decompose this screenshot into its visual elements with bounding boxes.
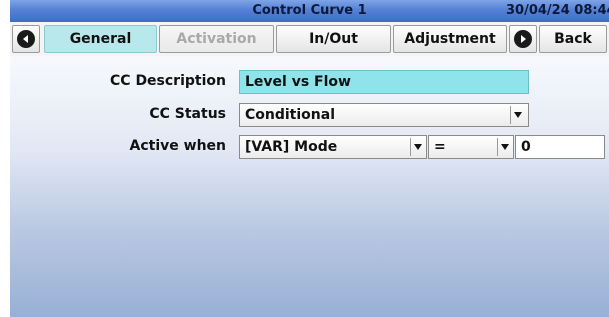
tab-bar: General Activation In/Out Adjustment Bac… [10, 22, 609, 56]
tab-activation[interactable]: Activation [159, 25, 274, 53]
active-when-label: Active when [129, 138, 226, 154]
active-when-variable-dropdown[interactable]: [VAR] Mode [239, 135, 427, 159]
next-page-button[interactable] [509, 25, 537, 53]
active-when-value-input[interactable]: 0 [515, 135, 605, 159]
right-arrow-icon [514, 30, 532, 48]
chevron-down-icon[interactable] [497, 138, 512, 156]
control-curve-screen: Control Curve 1 30/04/24 08:44 General A… [10, 0, 609, 317]
active-when-variable-value: [VAR] Mode [245, 139, 338, 155]
active-when-operator-dropdown[interactable]: = [428, 135, 514, 159]
cc-status-value: Conditional [245, 107, 336, 123]
previous-page-button[interactable] [12, 25, 40, 53]
back-button[interactable]: Back [539, 25, 607, 53]
cc-description-label: CC Description [110, 73, 226, 89]
cc-status-label: CC Status [149, 106, 226, 122]
cc-status-dropdown[interactable]: Conditional [239, 103, 529, 127]
chevron-down-icon[interactable] [510, 106, 525, 124]
tab-general[interactable]: General [44, 25, 157, 53]
chevron-down-icon[interactable] [410, 138, 425, 156]
left-arrow-icon [17, 30, 35, 48]
title-bar: Control Curve 1 30/04/24 08:44 [10, 0, 609, 22]
tab-in-out[interactable]: In/Out [276, 25, 391, 53]
active-when-operator-value: = [434, 139, 446, 155]
cc-description-field[interactable]: Level vs Flow [239, 70, 529, 94]
datetime-display: 30/04/24 08:44 [506, 3, 609, 18]
tab-adjustment[interactable]: Adjustment [393, 25, 507, 53]
